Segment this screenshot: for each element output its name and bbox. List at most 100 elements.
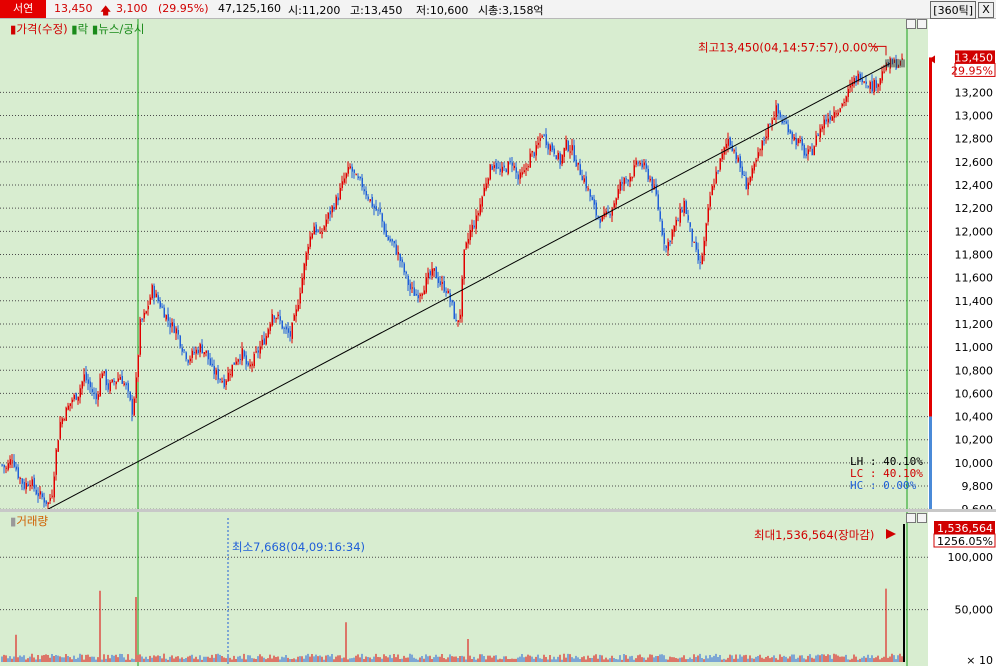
price-range-bar-down [929,416,932,509]
candle-body [187,359,189,363]
candle-body [719,158,721,170]
candle-body [405,271,407,274]
candle-body [267,329,269,338]
candle-body [175,328,177,334]
open-price: 시:11,200 [288,4,341,17]
price-tick-label: 10,200 [955,434,994,447]
candle-body [557,152,559,160]
candle-body [153,285,155,298]
volume-axis[interactable]: 50,000 100,000 × 10 1,536,564 1256.05% [929,512,996,666]
candle-body [805,153,807,157]
price-axis[interactable]: 9,6009,80010,00010,20010,40010,60010,800… [929,19,996,509]
panel-restore-button[interactable] [906,19,916,29]
candle-body [709,196,711,207]
candle-body [865,81,867,84]
candle-body [303,263,305,280]
candle-body [725,143,727,149]
candle-body [417,295,419,299]
volume-pct-tag: 1256.05% [937,535,993,548]
close-button[interactable]: X [978,2,994,18]
candle-body [587,188,589,190]
candle-body [493,165,495,169]
candle-body [507,161,509,174]
candle-body [663,232,665,244]
candle-body [711,186,713,196]
candle-body [581,176,583,181]
volume-chart[interactable]: 최소7,668(04,09:16:34) 최대1,536,564(장마감) ▮거래… [0,512,928,666]
candle-body [37,493,39,497]
lh-lc-hc-box: LH : 40.10% LC : 40.10% HC : 0.00% [850,456,923,492]
candle-body [485,183,487,190]
candle-body [47,502,49,505]
candle-body [661,220,663,235]
stock-name[interactable]: 서연 [0,0,47,18]
candle-body [575,159,577,167]
volume-unit-label: × 10 [966,654,993,666]
candle-body [245,355,247,365]
candle-body [205,350,207,353]
candle-body [59,421,61,439]
candle-body [675,220,677,226]
legend-news-label[interactable]: 뉴스/공시 [98,22,144,36]
candle-body [431,268,433,276]
candle-body [567,140,569,152]
candle-body [307,246,309,254]
candle-body [397,252,399,255]
candle-body [699,261,701,263]
candle-body [551,143,553,151]
candle-body [883,71,885,73]
candle-body [733,150,735,152]
candle-body [375,206,377,211]
hc-value: HC : 0.00% [850,479,917,492]
candle-body [457,320,459,322]
candle-body [53,476,55,498]
price-tick-label: 11,200 [955,318,994,331]
candle-body [41,493,43,498]
candle-body [49,498,51,501]
volume-restore-button[interactable] [906,513,916,523]
candle-body [161,306,163,308]
candle-body [621,182,623,184]
legend-lock-label[interactable]: 락 [78,22,89,36]
candle-body [413,287,415,296]
candle-body [623,177,625,185]
price-tick-label: 9,800 [962,480,994,493]
candle-body [705,223,707,242]
candle-body [93,392,95,394]
candle-body [129,391,131,400]
trendline [47,62,891,509]
candle-body [731,145,733,152]
candle-body [877,84,879,87]
candle-body [1,464,3,466]
legend-volume-label[interactable]: 거래량 [16,514,48,528]
volume-tick-label: 50,000 [955,604,994,617]
candle-body [591,196,593,201]
tick-interval-button[interactable]: [360틱] [930,1,976,19]
candle-body [235,361,237,365]
price-chart[interactable]: 최고13,450(04,14:57:57),0.00%최저9,600(03,14… [0,19,928,509]
candle-body [219,378,221,380]
legend-price-label[interactable]: 가격(수정) [16,22,67,36]
volume-maximize-button[interactable] [917,513,927,523]
candle-body [5,467,7,469]
candle-body [785,121,787,124]
candle-body [867,86,869,88]
candle-body [101,373,103,379]
candle-body [613,203,615,208]
candle-body [211,363,213,366]
candle-body [359,176,361,179]
candle-body [809,147,811,149]
candle-body [787,124,789,133]
candle-body [599,218,601,223]
candle-body [549,145,551,152]
candle-body [11,460,13,462]
price-tick-label: 10,000 [955,457,994,470]
candle-body [827,118,829,123]
panel-maximize-button[interactable] [917,19,927,29]
candle-body [739,156,741,168]
candle-body [291,322,293,339]
candle-body [39,491,41,495]
candle-body [813,146,815,156]
candle-body [399,254,401,261]
candle-body [201,344,203,354]
